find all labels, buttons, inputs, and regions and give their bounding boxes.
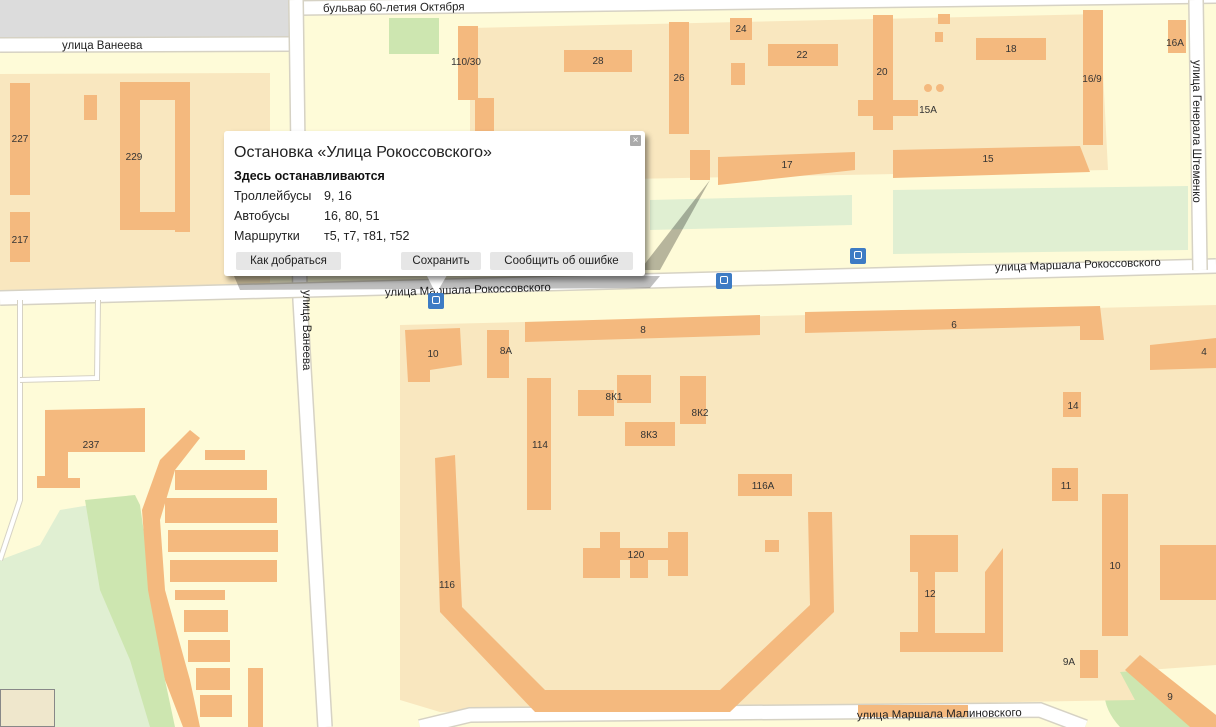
route-type: Автобусы — [234, 209, 290, 223]
industrial-area — [0, 0, 290, 38]
svg-text:16A: 16A — [1166, 38, 1184, 49]
svg-text:16/9: 16/9 — [1082, 74, 1102, 85]
route-type: Маршрутки — [234, 229, 300, 243]
close-icon[interactable]: × — [630, 135, 641, 146]
route-row-bus: Автобусы 16, 80, 51 — [234, 209, 380, 223]
svg-text:15: 15 — [982, 154, 994, 165]
bus-stop-icon[interactable] — [716, 273, 732, 289]
route-row-minibus: Маршрутки т5, т7, т81, т52 — [234, 229, 409, 243]
svg-text:229: 229 — [126, 152, 143, 163]
svg-text:9А: 9А — [1063, 657, 1076, 668]
map-canvas[interactable]: 110/30 28 24 22 26 20 18 16A 16/9 15A 17… — [0, 0, 1216, 727]
svg-text:18: 18 — [1005, 44, 1017, 55]
popup-shadow — [234, 276, 660, 290]
svg-text:14: 14 — [1067, 401, 1079, 412]
svg-text:17: 17 — [781, 160, 793, 171]
svg-text:217: 217 — [12, 235, 29, 246]
directions-button[interactable]: Как добраться — [236, 252, 341, 270]
svg-text:улица Маршала Малиновского: улица Маршала Малиновского — [857, 707, 1022, 722]
svg-text:8A: 8A — [500, 346, 513, 357]
svg-text:116: 116 — [439, 580, 455, 591]
bus-stop-popup: × Остановка «Улица Рокоссовского» Здесь … — [224, 131, 645, 276]
svg-text:110/30: 110/30 — [451, 57, 481, 68]
svg-text:8: 8 — [640, 325, 646, 336]
svg-text:улица Ванеева: улица Ванеева — [62, 40, 143, 52]
svg-text:237: 237 — [83, 440, 100, 451]
svg-text:9: 9 — [1167, 692, 1173, 703]
svg-text:26: 26 — [673, 73, 685, 84]
svg-text:28: 28 — [592, 56, 604, 67]
svg-text:улица Ванеева: улица Ванеева — [300, 290, 312, 371]
svg-text:20: 20 — [876, 67, 888, 78]
svg-text:6: 6 — [951, 320, 957, 331]
route-numbers: 16, 80, 51 — [324, 209, 380, 223]
route-numbers: 9, 16 — [324, 189, 352, 203]
svg-text:22: 22 — [796, 50, 808, 61]
svg-text:15A: 15A — [919, 105, 937, 116]
report-error-button[interactable]: Сообщить об ошибке — [490, 252, 633, 270]
route-numbers: т5, т7, т81, т52 — [324, 229, 410, 243]
svg-text:116А: 116А — [752, 481, 775, 492]
route-type: Троллейбусы — [234, 189, 312, 203]
svg-text:8К2: 8К2 — [692, 408, 709, 419]
svg-text:120: 120 — [628, 550, 645, 561]
svg-text:227: 227 — [12, 134, 29, 145]
svg-text:114: 114 — [532, 440, 548, 451]
park-area — [893, 186, 1188, 254]
bus-stop-icon[interactable] — [850, 248, 866, 264]
svg-text:8К1: 8К1 — [606, 392, 623, 403]
popup-title: Остановка «Улица Рокоссовского» — [234, 144, 492, 161]
svg-text:8К3: 8К3 — [641, 430, 658, 441]
minimap[interactable] — [0, 689, 55, 727]
popup-subtitle: Здесь останавливаются — [234, 169, 385, 183]
svg-text:12: 12 — [924, 589, 936, 600]
svg-text:10: 10 — [427, 349, 439, 360]
save-button[interactable]: Сохранить — [401, 252, 481, 270]
svg-text:11: 11 — [1061, 481, 1072, 492]
svg-text:4: 4 — [1201, 347, 1207, 358]
route-row-trolleybus: Троллейбусы 9, 16 — [234, 189, 352, 203]
svg-text:улица Генерала Штеменко: улица Генерала Штеменко — [1190, 60, 1202, 203]
park-area — [389, 18, 439, 54]
svg-text:24: 24 — [735, 24, 747, 35]
street-label-boulevard: бульвар 60-летия Октября — [323, 1, 465, 15]
svg-text:10: 10 — [1109, 561, 1121, 572]
bus-stop-icon[interactable] — [428, 293, 444, 309]
